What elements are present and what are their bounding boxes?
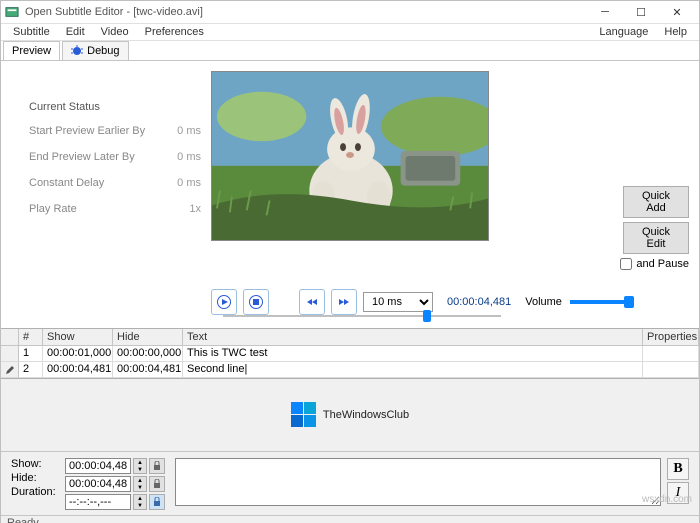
status-head: Current Status xyxy=(29,101,201,113)
status-const-label: Constant Delay xyxy=(29,177,104,189)
tab-preview[interactable]: Preview xyxy=(3,41,60,60)
col-props[interactable]: Properties xyxy=(643,329,699,346)
duration-lock-button[interactable] xyxy=(149,494,165,510)
timecode: 00:00:04,481 xyxy=(447,296,511,308)
hide-lock-button[interactable] xyxy=(149,476,165,492)
seek-slider[interactable] xyxy=(223,309,501,323)
app-window: Open Subtitle Editor - [twc-video.avi] ─… xyxy=(0,0,700,523)
status-block: Current Status Start Preview Earlier By 0… xyxy=(1,61,211,276)
col-num[interactable]: # xyxy=(19,329,43,346)
watermark: wsxdn.com xyxy=(642,494,692,505)
menu-preferences[interactable]: Preferences xyxy=(137,24,212,40)
bug-icon xyxy=(71,45,83,57)
status-const-val: 0 ms xyxy=(177,177,201,189)
menu-bar: Subtitle Edit Video Preferences Language… xyxy=(1,24,699,41)
label-duration: Duration: xyxy=(11,486,59,498)
col-text[interactable]: Text xyxy=(183,329,643,346)
status-rate-val: 1x xyxy=(189,203,201,215)
lock-icon xyxy=(153,497,161,507)
pencil-icon xyxy=(5,365,14,375)
status-rate-label: Play Rate xyxy=(29,203,77,215)
hide-input[interactable] xyxy=(65,476,131,492)
brand-logo: TheWindowsClub xyxy=(291,402,409,428)
menu-subtitle[interactable]: Subtitle xyxy=(5,24,58,40)
app-icon xyxy=(5,5,19,19)
tab-debug[interactable]: Debug xyxy=(62,41,128,60)
duration-input[interactable] xyxy=(65,494,131,510)
table-row[interactable]: 1 00:00:01,000 00:00:00,000 This is TWC … xyxy=(1,346,699,362)
quick-edit-button[interactable]: Quick Edit xyxy=(623,222,689,254)
show-spinner[interactable]: ▲▼ xyxy=(133,458,147,474)
quick-add-button[interactable]: Quick Add xyxy=(623,186,689,218)
status-start-val: 0 ms xyxy=(177,125,201,137)
tab-strip: Preview Debug xyxy=(1,41,699,61)
status-start-label: Start Preview Earlier By xyxy=(29,125,145,137)
col-show[interactable]: Show xyxy=(43,329,113,346)
maximize-button[interactable]: ☐ xyxy=(623,1,659,23)
volume-label: Volume xyxy=(525,296,562,308)
show-input[interactable] xyxy=(65,458,131,474)
subtitle-text-input[interactable] xyxy=(175,458,661,506)
main-area: Current Status Start Preview Earlier By 0… xyxy=(1,61,699,523)
show-lock-button[interactable] xyxy=(149,458,165,474)
row-selector-edit[interactable] xyxy=(1,362,19,378)
windows-icon xyxy=(291,402,317,428)
label-hide: Hide: xyxy=(11,472,59,484)
close-button[interactable]: ✕ xyxy=(659,1,695,23)
lock-icon xyxy=(153,479,161,489)
subtitle-grid: # Show Hide Text Properties 1 00:00:01,0… xyxy=(1,328,699,379)
status-end-val: 0 ms xyxy=(177,151,201,163)
table-row[interactable]: 2 00:00:04,481 00:00:04,481 Second line| xyxy=(1,362,699,378)
bold-button[interactable]: B xyxy=(667,458,689,480)
status-end-label: End Preview Later By xyxy=(29,151,135,163)
row-selector[interactable] xyxy=(1,346,19,362)
menu-language[interactable]: Language xyxy=(591,24,656,40)
video-preview[interactable] xyxy=(211,71,489,241)
and-pause-checkbox[interactable]: and Pause xyxy=(620,258,689,270)
minimize-button[interactable]: ─ xyxy=(587,1,623,23)
footer-panel: Show: Hide: Duration: ▲▼ ▲▼ ▲▼ xyxy=(1,451,699,515)
menu-video[interactable]: Video xyxy=(93,24,137,40)
label-show: Show: xyxy=(11,458,59,470)
window-title: Open Subtitle Editor - [twc-video.avi] xyxy=(25,6,587,18)
grid-gap: TheWindowsClub xyxy=(1,379,699,451)
title-bar: Open Subtitle Editor - [twc-video.avi] ─… xyxy=(1,1,699,24)
hide-spinner[interactable]: ▲▼ xyxy=(133,476,147,492)
menu-help[interactable]: Help xyxy=(656,24,695,40)
volume-slider[interactable] xyxy=(570,300,630,304)
status-bar: Ready xyxy=(1,515,699,523)
lock-icon xyxy=(153,461,161,471)
col-hide[interactable]: Hide xyxy=(113,329,183,346)
grid-row-header xyxy=(1,329,19,346)
menu-edit[interactable]: Edit xyxy=(58,24,93,40)
duration-spinner[interactable]: ▲▼ xyxy=(133,494,147,510)
